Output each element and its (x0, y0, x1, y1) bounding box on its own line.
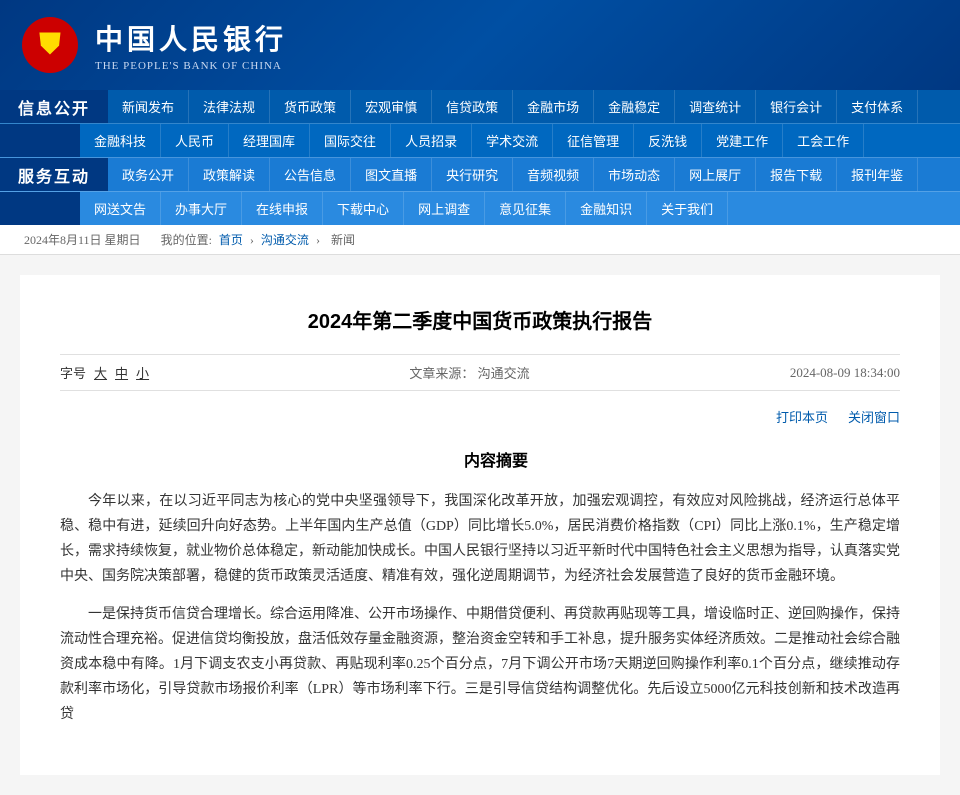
nav-item-gov-affairs[interactable]: 政务公开 (108, 158, 189, 191)
article-title: 2024年第二季度中国货币政策执行报告 (60, 305, 900, 334)
logo-area: ⛊ 中国人民银行 THE PEOPLE'S BANK OF CHINA (20, 15, 287, 75)
breadcrumb-level2[interactable]: 沟通交流 (261, 233, 309, 247)
nav-label-1: 信息公开 (0, 90, 108, 123)
article-date: 2024-08-09 18:34:00 (790, 365, 900, 381)
nav-item-rmb[interactable]: 人民币 (161, 124, 229, 157)
nav-item-aml[interactable]: 反洗钱 (634, 124, 702, 157)
nav-item-send[interactable]: 网送文告 (80, 192, 161, 225)
nav-item-credit-mgmt[interactable]: 征信管理 (553, 124, 634, 157)
close-button[interactable]: 关闭窗口 (848, 407, 900, 426)
nav-item-party[interactable]: 党建工作 (702, 124, 783, 157)
nav-items-row2: 金融科技 人民币 经理国库 国际交往 人员招录 学术交流 征信管理 反洗钱 党建… (80, 124, 960, 157)
nav-item-union[interactable]: 工会工作 (783, 124, 864, 157)
nav-row-3: 服务互动 政务公开 政策解读 公告信息 图文直播 央行研究 音频视频 市场动态 … (0, 157, 960, 191)
nav-items-row3: 政务公开 政策解读 公告信息 图文直播 央行研究 音频视频 市场动态 网上展厅 … (108, 158, 960, 191)
nav-item-banking[interactable]: 银行会计 (756, 90, 837, 123)
article-actions: 打印本页 关闭窗口 (60, 401, 900, 432)
nav-label-2: 服务互动 (0, 158, 108, 191)
nav-item-macro[interactable]: 宏观审慎 (351, 90, 432, 123)
nav-item-download[interactable]: 下载中心 (323, 192, 404, 225)
nav-item-payment[interactable]: 支付体系 (837, 90, 918, 123)
nav-item-monetary[interactable]: 货币政策 (270, 90, 351, 123)
font-size-controls: 字号 大 中 小 (60, 363, 149, 382)
font-small-btn[interactable]: 小 (136, 363, 149, 382)
breadcrumb-level3: 新闻 (331, 233, 355, 247)
body-paragraph-2: 一是保持货币信贷合理增长。综合运用降准、公开市场操作、中期借贷便利、再贷款再贴现… (60, 602, 900, 728)
nav-item-media[interactable]: 音频视频 (513, 158, 594, 191)
nav-label-spacer-1 (0, 124, 80, 157)
article-source: 文章来源： 沟通交流 (409, 363, 529, 382)
nav-item-treasury[interactable]: 经理国库 (229, 124, 310, 157)
nav-item-feedback[interactable]: 意见征集 (485, 192, 566, 225)
nav-item-market[interactable]: 市场动态 (594, 158, 675, 191)
nav-item-service[interactable]: 办事大厅 (161, 192, 242, 225)
nav-row-1: 信息公开 新闻发布 法律法规 货币政策 宏观审慎 信贷政策 金融市场 金融稳定 … (0, 90, 960, 123)
body-paragraph-1: 今年以来，在以习近平同志为核心的党中央坚强领导下，我国深化改革开放，加强宏观调控… (60, 489, 900, 590)
nav-item-survey[interactable]: 调查统计 (675, 90, 756, 123)
breadcrumb-home[interactable]: 首页 (219, 233, 243, 247)
nav-label-spacer-2 (0, 192, 80, 225)
nav-item-policy-interp[interactable]: 政策解读 (189, 158, 270, 191)
nav-item-apply[interactable]: 在线申报 (242, 192, 323, 225)
nav-item-fintech[interactable]: 金融科技 (80, 124, 161, 157)
breadcrumb-location-label: 我的位置: (161, 233, 212, 247)
pboc-emblem: ⛊ (20, 15, 80, 75)
article-meta: 字号 大 中 小 文章来源： 沟通交流 2024-08-09 18:34:00 (60, 354, 900, 391)
nav-item-recruit[interactable]: 人员招录 (391, 124, 472, 157)
site-header: ⛊ 中国人民银行 THE PEOPLE'S BANK OF CHINA (0, 0, 960, 90)
nav-row-2: 金融科技 人民币 经理国库 国际交往 人员招录 学术交流 征信管理 反洗钱 党建… (0, 123, 960, 157)
nav-row-4: 网送文告 办事大厅 在线申报 下载中心 网上调查 意见征集 金融知识 关于我们 (0, 191, 960, 225)
summary-title: 内容摘要 (60, 448, 900, 477)
nav-item-live[interactable]: 图文直播 (351, 158, 432, 191)
nav-items-row4: 网送文告 办事大厅 在线申报 下载中心 网上调查 意见征集 金融知识 关于我们 (80, 192, 960, 225)
print-button[interactable]: 打印本页 (776, 407, 828, 426)
nav-wrapper: 信息公开 新闻发布 法律法规 货币政策 宏观审慎 信贷政策 金融市场 金融稳定 … (0, 90, 960, 225)
nav-item-survey2[interactable]: 网上调查 (404, 192, 485, 225)
logo-cn: 中国人民银行 (95, 18, 287, 58)
breadcrumb-date: 2024年8月11日 星期日 (24, 233, 141, 247)
nav-item-research[interactable]: 央行研究 (432, 158, 513, 191)
source-label: 文章来源： (409, 366, 474, 381)
font-medium-btn[interactable]: 中 (115, 363, 128, 382)
nav-item-credit[interactable]: 信贷政策 (432, 90, 513, 123)
nav-item-financial-market[interactable]: 金融市场 (513, 90, 594, 123)
nav-item-about[interactable]: 关于我们 (647, 192, 728, 225)
nav-item-news[interactable]: 新闻发布 (108, 90, 189, 123)
content-wrapper: 2024年第二季度中国货币政策执行报告 字号 大 中 小 文章来源： 沟通交流 … (0, 255, 960, 795)
svg-text:⛊: ⛊ (38, 29, 61, 60)
source-value: 沟通交流 (478, 366, 530, 381)
nav-item-announcements[interactable]: 公告信息 (270, 158, 351, 191)
nav-item-laws[interactable]: 法律法规 (189, 90, 270, 123)
breadcrumb-sep2: › (316, 233, 323, 247)
breadcrumb-sep1: › (250, 233, 257, 247)
nav-item-yearbook[interactable]: 报刊年鉴 (837, 158, 918, 191)
nav-item-academic[interactable]: 学术交流 (472, 124, 553, 157)
breadcrumb: 2024年8月11日 星期日 我的位置: 首页 › 沟通交流 › 新闻 (0, 225, 960, 255)
nav-item-financial-stable[interactable]: 金融稳定 (594, 90, 675, 123)
logo-text-group: 中国人民银行 THE PEOPLE'S BANK OF CHINA (95, 18, 287, 72)
font-large-btn[interactable]: 大 (94, 363, 107, 382)
nav-item-hall[interactable]: 网上展厅 (675, 158, 756, 191)
nav-item-knowledge[interactable]: 金融知识 (566, 192, 647, 225)
font-label: 字号 (60, 363, 86, 382)
nav-items-row1: 新闻发布 法律法规 货币政策 宏观审慎 信贷政策 金融市场 金融稳定 调查统计 … (108, 90, 960, 123)
nav-item-reports[interactable]: 报告下载 (756, 158, 837, 191)
article-body: 内容摘要 今年以来，在以习近平同志为核心的党中央坚强领导下，我国深化改革开放，加… (60, 448, 900, 727)
logo-en: THE PEOPLE'S BANK OF CHINA (95, 60, 287, 72)
nav-item-intl[interactable]: 国际交往 (310, 124, 391, 157)
article-box: 2024年第二季度中国货币政策执行报告 字号 大 中 小 文章来源： 沟通交流 … (20, 275, 940, 775)
